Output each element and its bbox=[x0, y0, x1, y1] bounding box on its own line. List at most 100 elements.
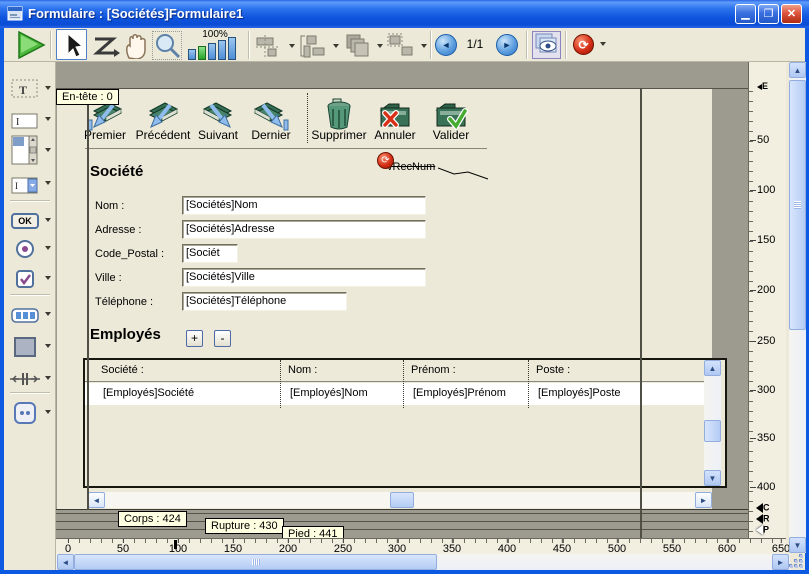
column-divider[interactable] bbox=[403, 360, 404, 408]
col-header-nom[interactable]: Nom : bbox=[288, 364, 317, 376]
header-band-label[interactable]: En-tête : 0 bbox=[56, 89, 119, 105]
employes-table[interactable]: Société : Nom : Prénom : Poste : [Employ… bbox=[83, 358, 727, 488]
position-menu-button[interactable] bbox=[299, 33, 339, 59]
corps-band-label[interactable]: Corps : 424 bbox=[118, 511, 187, 527]
code-postal-field[interactable]: [Sociét bbox=[182, 244, 238, 263]
scroll-up-icon[interactable]: ▲ bbox=[704, 360, 721, 376]
band-line[interactable] bbox=[56, 529, 748, 530]
pied-band-marker[interactable]: P bbox=[751, 525, 769, 535]
ville-field[interactable]: [Sociétés]Ville bbox=[182, 268, 426, 287]
run-test-button[interactable] bbox=[16, 31, 46, 59]
chevron-down-icon[interactable] bbox=[45, 246, 51, 253]
column-divider[interactable] bbox=[280, 360, 281, 408]
column-divider[interactable] bbox=[528, 360, 529, 408]
minimize-button[interactable]: ▁ bbox=[735, 4, 756, 24]
code-postal-label[interactable]: Code_Postal : bbox=[95, 248, 164, 260]
chevron-down-icon[interactable] bbox=[45, 410, 51, 417]
scroll-right-icon[interactable]: ► bbox=[772, 554, 789, 570]
remove-row-button[interactable]: - bbox=[214, 330, 231, 347]
premier-button-label[interactable]: Premier bbox=[73, 128, 137, 142]
col-header-societe[interactable]: Société : bbox=[101, 364, 144, 376]
record-number-icon[interactable]: ⟳ bbox=[377, 152, 394, 169]
zoom-bar[interactable] bbox=[188, 49, 196, 60]
record-number-menu-button[interactable]: ⟳ bbox=[573, 34, 594, 55]
form-hscroll-thumb[interactable] bbox=[390, 492, 414, 508]
checkbox-tool[interactable] bbox=[8, 266, 42, 292]
radio-button-tool[interactable] bbox=[8, 236, 42, 262]
rupture-band-marker[interactable]: R bbox=[751, 514, 770, 524]
cell-poste[interactable]: [Employés]Poste bbox=[538, 387, 621, 399]
zoom-bar[interactable] bbox=[228, 37, 236, 60]
progress-bar-tool[interactable] bbox=[8, 302, 42, 328]
scroll-down-icon[interactable]: ▼ bbox=[704, 470, 721, 486]
shape-tool[interactable] bbox=[8, 334, 42, 360]
scroll-right-icon[interactable]: ► bbox=[695, 492, 712, 508]
valider-button-label[interactable]: Valider bbox=[419, 128, 483, 142]
chevron-down-icon[interactable] bbox=[45, 218, 51, 225]
zoom-bar-control[interactable] bbox=[188, 36, 240, 60]
cell-societe[interactable]: [Employés]Société bbox=[103, 387, 194, 399]
alignment-menu-button[interactable] bbox=[255, 33, 295, 59]
pan-hand-tool-button[interactable] bbox=[121, 32, 149, 59]
cell-nom[interactable]: [Employés]Nom bbox=[290, 387, 368, 399]
next-page-button[interactable]: ► bbox=[496, 34, 518, 56]
corps-band-marker[interactable]: C bbox=[751, 503, 770, 513]
window-hscroll-thumb[interactable] bbox=[74, 554, 437, 570]
annuler-icon[interactable] bbox=[376, 98, 414, 132]
table-row[interactable]: [Employés]Société [Employés]Nom [Employé… bbox=[85, 383, 704, 405]
design-canvas[interactable]: En-tête : 0 bbox=[56, 62, 748, 510]
header-band-marker[interactable]: E bbox=[754, 82, 768, 91]
add-row-button[interactable]: + bbox=[186, 330, 203, 347]
chevron-down-icon[interactable] bbox=[45, 148, 51, 155]
col-header-prenom[interactable]: Prénom : bbox=[411, 364, 456, 376]
dernier-button-label[interactable]: Dernier bbox=[239, 128, 303, 142]
supprimer-icon[interactable] bbox=[320, 97, 358, 131]
left-margin-guide[interactable] bbox=[87, 88, 89, 510]
chevron-down-icon[interactable] bbox=[45, 181, 51, 188]
scroll-up-icon[interactable]: ▲ bbox=[789, 62, 806, 78]
annuler-button-label[interactable]: Annuler bbox=[363, 128, 427, 142]
previous-page-button[interactable]: ◄ bbox=[435, 34, 457, 56]
window-hscrollbar[interactable]: ◄ ► bbox=[56, 554, 790, 570]
size-menu-button[interactable] bbox=[387, 33, 427, 59]
adresse-field[interactable]: [Sociétés]Adresse bbox=[182, 220, 426, 239]
telephone-field[interactable]: [Sociétés]Téléphone bbox=[182, 292, 347, 311]
chevron-down-icon[interactable] bbox=[45, 376, 51, 383]
window-vscrollbar[interactable]: ▲ ▼ bbox=[789, 62, 806, 553]
combo-box-tool[interactable]: I bbox=[8, 172, 42, 198]
resize-grip[interactable] bbox=[790, 556, 806, 570]
zoom-tool-button[interactable] bbox=[153, 32, 181, 59]
preview-button[interactable] bbox=[532, 31, 561, 59]
chevron-down-icon[interactable] bbox=[45, 344, 51, 351]
window-vscroll-thumb[interactable] bbox=[789, 80, 806, 330]
separator-line-control[interactable] bbox=[85, 148, 487, 149]
layers-menu-button[interactable] bbox=[343, 33, 383, 59]
supprimer-button-label[interactable]: Supprimer bbox=[307, 128, 371, 142]
table-scrollbar[interactable]: ▲ ▼ bbox=[704, 360, 721, 486]
button-tool[interactable]: OK bbox=[8, 208, 42, 234]
zoom-bar[interactable] bbox=[208, 43, 216, 60]
zoom-bar-current[interactable] bbox=[198, 46, 206, 60]
titlebar[interactable]: Formulaire : [Sociétés]Formulaire1 ▁ ❐ ✕ bbox=[0, 0, 809, 28]
pied-band-label[interactable]: Pied : 441 bbox=[282, 526, 344, 538]
form-hscrollbar[interactable]: ◄ ► bbox=[88, 492, 712, 508]
edit-field-tool[interactable]: I bbox=[8, 108, 42, 134]
ville-label[interactable]: Ville : bbox=[95, 272, 122, 284]
scroll-left-icon[interactable]: ◄ bbox=[88, 492, 105, 508]
telephone-label[interactable]: Téléphone : bbox=[95, 296, 153, 308]
chevron-down-icon[interactable] bbox=[45, 117, 51, 124]
chevron-down-icon[interactable] bbox=[45, 86, 51, 93]
table-scroll-thumb[interactable] bbox=[704, 420, 721, 442]
scroll-left-icon[interactable]: ◄ bbox=[57, 554, 74, 570]
cell-prenom[interactable]: [Employés]Prénom bbox=[413, 387, 506, 399]
valider-icon[interactable] bbox=[432, 98, 470, 132]
chevron-down-icon[interactable] bbox=[45, 276, 51, 283]
recnum-annotation[interactable]: vRecNum bbox=[387, 161, 435, 173]
close-button[interactable]: ✕ bbox=[781, 4, 802, 24]
col-header-poste[interactable]: Poste : bbox=[536, 364, 570, 376]
adresse-label[interactable]: Adresse : bbox=[95, 224, 141, 236]
chevron-down-icon[interactable] bbox=[45, 312, 51, 319]
static-text-tool[interactable]: T bbox=[8, 76, 42, 102]
tab-order-tool-button[interactable] bbox=[90, 33, 120, 59]
splitter-tool[interactable] bbox=[8, 366, 42, 392]
